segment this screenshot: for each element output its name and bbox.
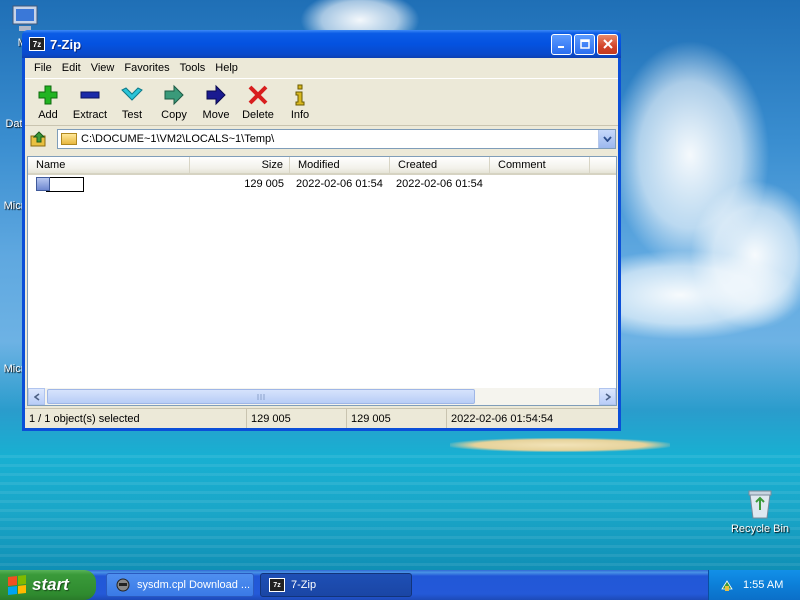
chevron-left-icon [33, 392, 39, 401]
title-bar[interactable]: 7z 7-Zip [22, 30, 621, 58]
maximize-button[interactable] [574, 33, 595, 55]
plus-icon [38, 85, 58, 105]
check-icon [121, 87, 143, 101]
file-icon [36, 177, 50, 191]
island [450, 438, 670, 452]
column-modified[interactable]: Modified [290, 157, 390, 173]
taskbar-item-label: sysdm.cpl Download ... [137, 579, 251, 591]
minus-icon [80, 91, 100, 99]
info-label: Info [290, 109, 310, 121]
close-button[interactable] [597, 33, 618, 55]
start-button[interactable]: start [0, 570, 96, 600]
add-button[interactable]: Add [27, 83, 69, 121]
copy-button[interactable]: Copy [153, 83, 195, 121]
status-selected: 1 / 1 object(s) selected [25, 409, 247, 428]
recycle-bin-icon [748, 490, 772, 519]
menu-help[interactable]: Help [210, 62, 243, 74]
grip-icon [257, 393, 265, 400]
test-button[interactable]: Test [111, 83, 153, 121]
window-client: File Edit View Favorites Tools Help Add … [25, 58, 618, 428]
minimize-button[interactable] [551, 33, 572, 55]
taskbar-item-label: 7-Zip [291, 579, 317, 591]
arrow-right-icon [206, 84, 226, 106]
copy-label: Copy [161, 109, 187, 121]
move-button[interactable]: Move [195, 83, 237, 121]
toolbar: Add Extract Test Copy Move Delete Info [25, 78, 618, 126]
menu-bar: File Edit View Favorites Tools Help [25, 58, 618, 78]
sea [0, 455, 800, 570]
status-modified: 2022-02-06 01:54:54 [451, 412, 554, 425]
clock[interactable]: 1:55 AM [743, 579, 783, 591]
raccoon-icon [115, 578, 131, 592]
desktop-icon-label: Recycle Bin [730, 523, 790, 535]
delete-button[interactable]: Delete [237, 83, 279, 121]
horizontal-scrollbar[interactable] [28, 388, 616, 405]
extract-label: Extract [72, 109, 108, 121]
column-headers: Name Size Modified Created Comment [28, 157, 616, 175]
menu-favorites[interactable]: Favorites [119, 62, 174, 74]
status-bar: 1 / 1 object(s) selected 129 005 129 005… [25, 408, 618, 428]
up-folder-icon [30, 131, 46, 147]
menu-file[interactable]: File [29, 62, 57, 74]
seven-zip-icon: 7z [269, 578, 285, 592]
file-name-edit[interactable] [46, 176, 84, 192]
desktop-icon-recycle-bin[interactable]: Recycle Bin [728, 488, 792, 535]
address-bar: C:\DOCUME~1\VM2\LOCALS~1\Temp\ [25, 126, 618, 152]
status-packed: 129 005 [347, 409, 447, 428]
column-comment[interactable]: Comment [490, 157, 590, 173]
delete-label: Delete [242, 109, 274, 121]
close-icon [602, 39, 613, 49]
x-icon [248, 85, 268, 105]
test-label: Test [121, 109, 143, 121]
seven-zip-app-icon: 7z [29, 37, 45, 51]
file-list[interactable]: Name Size Modified Created Comment 129 0… [27, 156, 617, 406]
address-path: C:\DOCUME~1\VM2\LOCALS~1\Temp\ [81, 133, 275, 145]
address-field[interactable]: C:\DOCUME~1\VM2\LOCALS~1\Temp\ [57, 129, 616, 149]
column-size[interactable]: Size [190, 157, 290, 173]
seven-zip-window: 7z 7-Zip File Edit View Favorites Tools … [22, 30, 621, 431]
extract-button[interactable]: Extract [69, 83, 111, 121]
taskbar: start sysdm.cpl Download ... 7z 7-Zip 1:… [0, 570, 800, 600]
maximize-icon [579, 39, 590, 49]
menu-view[interactable]: View [86, 62, 120, 74]
window-title: 7-Zip [50, 36, 82, 52]
arrow-right-icon [164, 84, 184, 106]
chevron-right-icon [605, 392, 611, 401]
status-size: 129 005 [247, 409, 347, 428]
info-icon [295, 84, 305, 106]
folder-icon [61, 133, 77, 145]
add-label: Add [38, 109, 58, 121]
network-icon[interactable] [719, 577, 735, 593]
scroll-thumb[interactable] [47, 389, 475, 404]
info-button[interactable]: Info [279, 83, 321, 121]
menu-edit[interactable]: Edit [57, 62, 86, 74]
system-tray: 1:55 AM [708, 570, 800, 600]
taskbar-item-sysdm[interactable]: sysdm.cpl Download ... [106, 573, 254, 597]
minimize-icon [558, 45, 564, 48]
up-folder-button[interactable] [27, 128, 51, 150]
scroll-left-button[interactable] [28, 388, 45, 405]
move-label: Move [202, 109, 230, 121]
menu-tools[interactable]: Tools [175, 62, 211, 74]
taskbar-item-7zip[interactable]: 7z 7-Zip [260, 573, 412, 597]
row-name-cell [28, 176, 190, 192]
column-created[interactable]: Created [390, 157, 490, 173]
table-row[interactable]: 129 005 2022-02-06 01:54 2022-02-06 01:5… [28, 175, 616, 193]
address-dropdown-button[interactable] [598, 130, 615, 148]
chevron-down-icon [602, 136, 612, 142]
scroll-right-button[interactable] [599, 388, 616, 405]
windows-flag-icon [8, 575, 26, 595]
row-size: 129 005 [244, 178, 284, 190]
start-label: start [32, 575, 69, 594]
row-modified: 2022-02-06 01:54 [296, 178, 383, 190]
column-name[interactable]: Name [28, 157, 190, 173]
desktop-icon-label: Dat [5, 118, 23, 130]
row-created: 2022-02-06 01:54 [396, 178, 483, 190]
